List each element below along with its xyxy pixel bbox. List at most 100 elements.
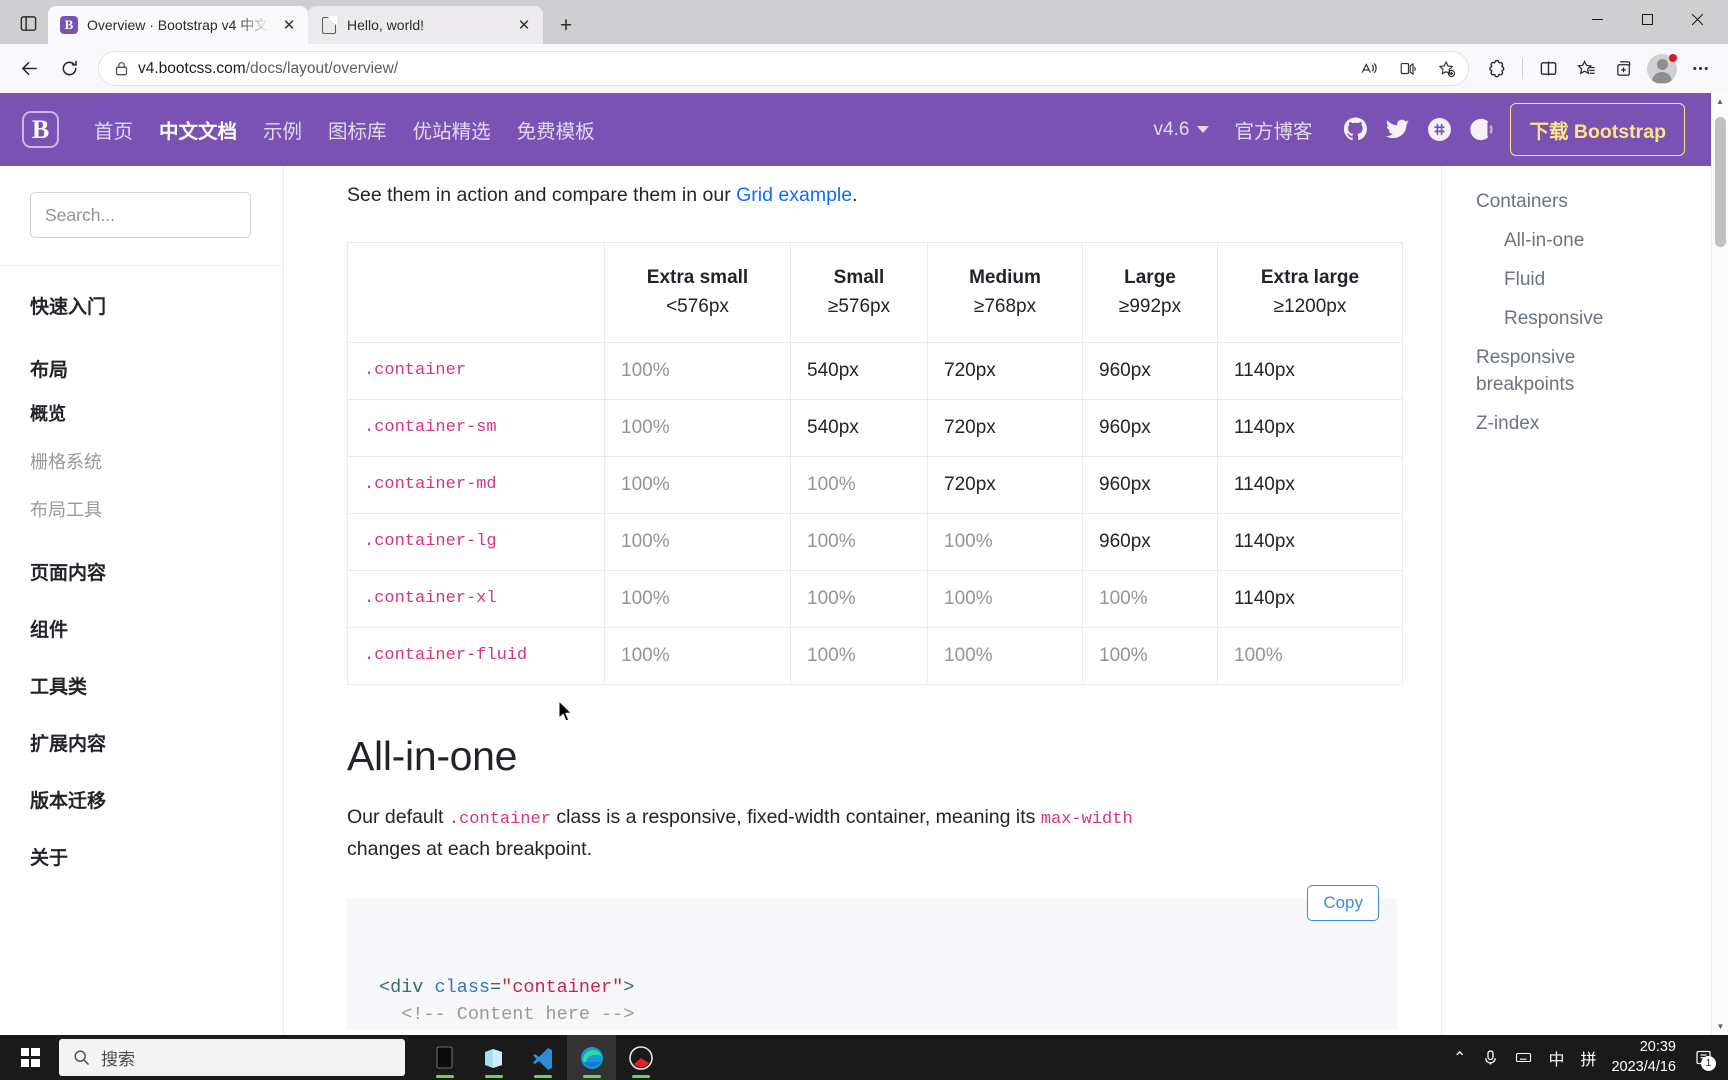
recorder-icon[interactable] [616,1035,665,1080]
nav-link-showcase[interactable]: 优站精选 [400,115,504,144]
toc-item-fluid[interactable]: Fluid [1504,267,1711,294]
vscode-icon[interactable] [518,1035,567,1080]
browser-tab-1[interactable]: B Overview · Bootstrap v4 中文文档 ✕ [48,6,308,44]
table-cell-value: 100% [604,455,791,514]
version-dropdown[interactable]: v4.6 [1142,119,1222,141]
scroll-down-icon[interactable]: ▼ [1712,1018,1728,1035]
sidebar-item-content[interactable]: 页面内容 [30,558,283,585]
toc-item-containers[interactable]: Containers [1476,189,1711,216]
para-text-3: changes at each breakpoint. [347,837,593,860]
sidebar-item-migration[interactable]: 版本迁移 [30,786,283,813]
toc-item-responsive[interactable]: Responsive [1504,306,1711,333]
table-cell-value: 720px [927,455,1083,514]
code-equals: = [490,977,502,999]
sidebar-item-extend[interactable]: 扩展内容 [30,729,283,756]
mic-icon[interactable] [1475,1035,1506,1080]
table-row: .container-fluid 100% 100% 100% 100% 100% [347,626,1403,685]
toc-item-responsive-breakpoints[interactable]: Responsive breakpoints [1476,345,1616,399]
twitter-icon[interactable] [1385,117,1410,142]
nav-link-blog[interactable]: 官方博客 [1221,115,1325,144]
table-header-xs: Extra small <576px [604,242,791,343]
opencollective-icon[interactable] [1469,117,1494,142]
table-cell-value: 1140px [1217,398,1403,457]
para-text-1: Our default [347,805,449,828]
sidebar-item-getting-started[interactable]: 快速入门 [30,292,283,319]
tab-title: Hello, world! [347,17,425,33]
address-bar: v4.bootcss.com/docs/layout/overview/ [0,44,1728,93]
sidebar-item-components[interactable]: 组件 [30,615,283,642]
extensions-icon[interactable] [1479,52,1515,86]
toc-item-z-index[interactable]: Z-index [1476,411,1711,438]
immersive-reader-icon[interactable] [1392,54,1423,83]
sidebar-item-utilities-layout[interactable]: 布局工具 [30,496,283,522]
collections-icon[interactable] [1606,52,1642,86]
table-row: .container-sm 100% 540px 720px 960px 1140px [347,398,1403,457]
ime-mode-indicator[interactable]: 中 [1541,1035,1571,1080]
ime-pinyin-indicator[interactable]: 拼 [1573,1035,1603,1080]
browser-tab-2[interactable]: Hello, world! ✕ [308,6,543,44]
nav-link-themes[interactable]: 免费模板 [504,115,608,144]
sidebar-item-grid[interactable]: 栅格系统 [30,448,283,474]
grid-example-link[interactable]: Grid example [736,184,852,206]
url-text: v4.bootcss.com/docs/layout/overview/ [138,60,1345,78]
taskbar-clock[interactable]: 20:39 2023/4/16 [1605,1038,1686,1077]
nav-link-icons[interactable]: 图标库 [315,115,400,144]
system-tray: ⌃ 中 拼 20:39 2023/4/16 1 [1446,1035,1724,1080]
intro-paragraph: See them in action and compare them in o… [347,184,1393,207]
sidebar-item-about[interactable]: 关于 [30,843,283,870]
terminal-icon[interactable] [420,1035,469,1080]
search-input[interactable]: Search... [30,192,251,238]
new-tab-button[interactable]: + [549,8,583,42]
nav-link-home[interactable]: 首页 [81,115,146,144]
close-window-button[interactable] [1672,0,1722,38]
maximize-button[interactable] [1622,0,1672,38]
reload-icon[interactable] [50,52,88,86]
table-cell-value: 100% [604,512,791,571]
page-scrollbar[interactable]: ▲ ▼ [1711,93,1728,1035]
browser-window: B Overview · Bootstrap v4 中文文档 ✕ Hello, … [0,0,1728,1035]
sidebar-item-overview[interactable]: 概览 [30,400,283,426]
favorites-icon[interactable] [1568,52,1604,86]
github-icon[interactable] [1343,117,1368,142]
bootstrap-logo-icon[interactable]: B [22,111,59,148]
profile-avatar[interactable] [1644,52,1680,86]
code-tag-close: > [623,977,635,999]
table-cell-value: 100% [604,626,791,685]
add-favorite-icon[interactable] [1431,54,1462,83]
split-screen-icon[interactable] [1530,52,1566,86]
sidebar-item-layout[interactable]: 布局 [30,355,283,382]
table-row: .container-xl 100% 100% 100% 100% 1140px [347,569,1403,628]
scroll-up-icon[interactable]: ▲ [1712,93,1728,110]
minimize-button[interactable] [1572,0,1622,38]
nav-link-examples[interactable]: 示例 [250,115,315,144]
table-cell-value: 100% [790,626,928,685]
slack-icon[interactable] [1427,117,1452,142]
table-cell-value: 960px [1082,455,1218,514]
scrollbar-thumb[interactable] [1715,117,1726,247]
url-input[interactable]: v4.bootcss.com/docs/layout/overview/ [98,51,1469,86]
keyboard-icon[interactable] [1508,1035,1539,1080]
back-icon[interactable] [10,52,48,86]
table-cell-value: 540px [790,398,928,457]
tab-close-icon[interactable]: ✕ [278,14,300,36]
download-bootstrap-button[interactable]: 下载 Bootstrap [1510,103,1685,156]
tray-expand-icon[interactable]: ⌃ [1446,1035,1473,1080]
file-explorer-icon[interactable] [469,1035,518,1080]
sidebar-item-utilities[interactable]: 工具类 [30,672,283,699]
taskbar-search-input[interactable]: 搜索 [59,1039,405,1076]
read-aloud-icon[interactable] [1353,54,1384,83]
start-button[interactable] [4,1035,56,1080]
tab-close-icon[interactable]: ✕ [513,14,535,36]
taskbar-apps [420,1035,665,1080]
copy-button[interactable]: Copy [1307,885,1379,922]
header-name: Extra large [1260,267,1360,288]
toc-item-all-in-one[interactable]: All-in-one [1504,228,1711,255]
table-cell-value: 1140px [1217,455,1403,514]
settings-more-icon[interactable] [1682,52,1718,86]
notification-count-badge: 1 [1701,1056,1716,1071]
code-comment: <!-- Content here --> [379,1003,635,1025]
nav-link-docs[interactable]: 中文文档 [146,115,250,144]
tab-search-icon[interactable] [8,4,48,42]
notification-center-button[interactable]: 1 [1688,1035,1718,1080]
edge-icon[interactable] [567,1035,616,1080]
